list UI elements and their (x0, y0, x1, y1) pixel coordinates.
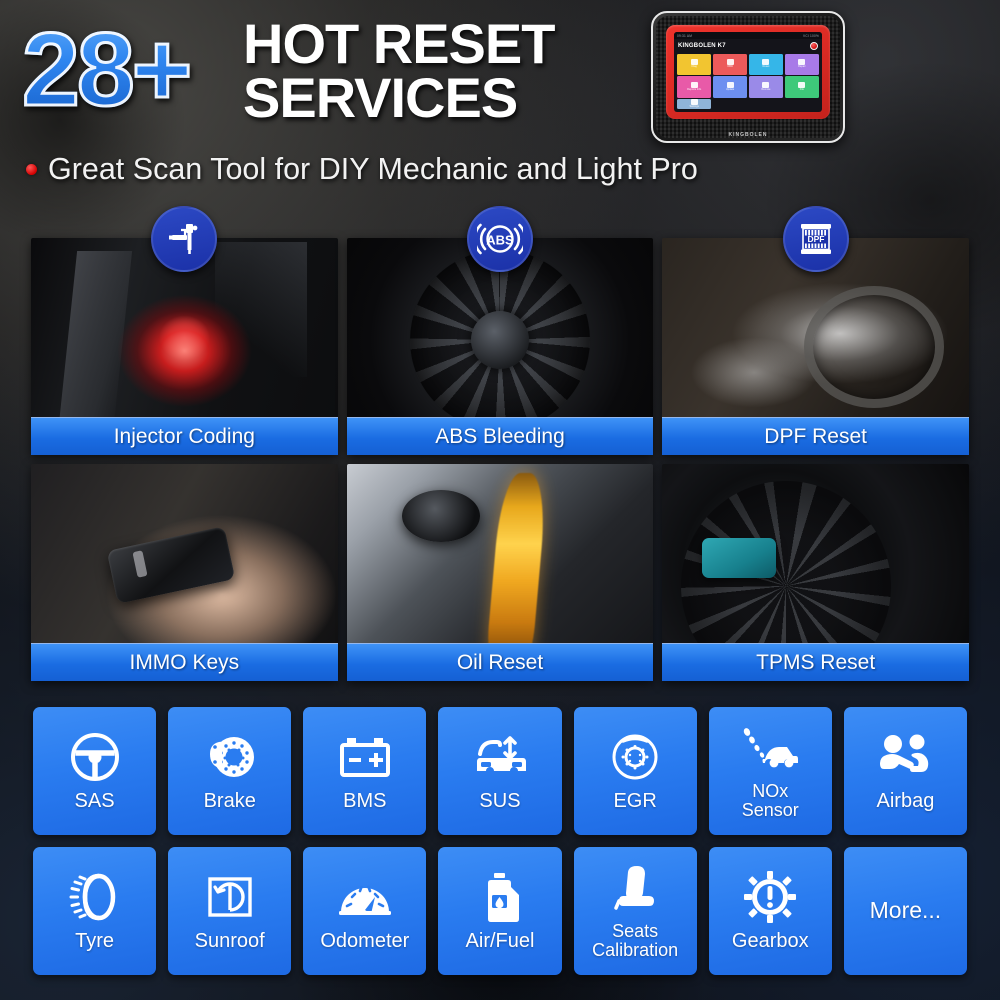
device-app-tile[interactable]: Reset (748, 53, 784, 75)
function-tile-grid: SAS Brake BMS SUS EGR NOx Sensor Airbag Tyre Sunr… (33, 707, 967, 975)
device-status-bar: 09:31 AM VCI 100% (674, 32, 822, 39)
function-tile-nox-sensor[interactable]: NOx Sensor (708, 707, 832, 835)
svg-text:ABS: ABS (486, 233, 514, 248)
function-tile-brake[interactable]: Brake (168, 707, 292, 835)
service-card-label: TPMS Reset (662, 643, 969, 681)
function-tile-label: More... (869, 896, 942, 923)
suspension-car-icon (472, 729, 528, 785)
device-app-tile[interactable]: OBD (712, 53, 748, 75)
function-tile-label: Gearbox (731, 929, 809, 952)
device-app-label: OBD (727, 65, 733, 69)
device-app-tile[interactable]: File (784, 76, 819, 98)
device-app-tile[interactable]: Remote (748, 76, 784, 98)
scan-tool-device: 09:31 AM VCI 100% KINGBOLEN K7 Diag OBD Re… (651, 11, 845, 143)
device-app-label: Remote (761, 88, 771, 92)
subtitle: Great Scan Tool for DIY Mechanic and Lig… (26, 152, 698, 187)
gear-alert-icon (744, 869, 797, 925)
device-app-label: Update (725, 88, 735, 92)
function-tile-tyre[interactable]: Tyre (33, 847, 157, 975)
service-card-label: IMMO Keys (31, 643, 338, 681)
device-app-label: File (799, 88, 804, 92)
function-tile-egr[interactable]: EGR (573, 707, 697, 835)
service-card-grid: Injector Coding ABS ABS Bleeding DPF DPF Res… (31, 206, 969, 681)
service-card[interactable]: Injector Coding (31, 206, 338, 455)
device-red-bezel: 09:31 AM VCI 100% KINGBOLEN K7 Diag OBD Re… (666, 25, 830, 119)
function-tile-odometer[interactable]: Odometer (303, 847, 427, 975)
device-app-tile[interactable]: Repair (784, 53, 819, 75)
bullet-dot-icon (26, 164, 37, 175)
dpf-filter-icon: DPF (782, 206, 849, 272)
service-card[interactable]: IMMO Keys (31, 464, 338, 681)
function-tile-air-fuel[interactable]: Air/Fuel (438, 847, 562, 975)
function-tile-airbag[interactable]: Airbag (843, 707, 967, 835)
device-chin-brand: KINGBOLEN (728, 132, 768, 138)
service-card-label: Oil Reset (346, 643, 654, 681)
device-model-name: KINGBOLEN K7 (678, 42, 726, 49)
steering-wheel-icon (69, 729, 121, 785)
egr-valve-icon (609, 729, 661, 785)
device-app-tile[interactable]: Reports Info (677, 76, 712, 98)
nox-sensor-icon (741, 720, 799, 776)
tyre-icon (69, 869, 121, 925)
sunroof-icon (204, 869, 256, 925)
function-tile-gearbox[interactable]: Gearbox (708, 847, 832, 975)
device-app-label: Repair (797, 65, 806, 69)
function-tile-label: EGR (613, 789, 657, 812)
function-tile-label: Sunroof (194, 929, 265, 952)
air-fuel-jug-icon (478, 869, 522, 925)
service-card-label: ABS Bleeding (346, 417, 654, 455)
device-app-tile[interactable]: Update (712, 76, 748, 98)
function-tile-bms[interactable]: BMS (303, 707, 427, 835)
car-seat-icon (611, 860, 659, 916)
header: 28+ HOT RESET SERVICES Great Scan Tool f… (0, 0, 1000, 200)
device-status-right: VCI 100% (803, 33, 819, 38)
brake-disc-icon (203, 729, 257, 785)
service-card[interactable]: ABS ABS Bleeding (346, 206, 654, 455)
function-tile-label: Tyre (75, 929, 115, 952)
function-tile-seats-calibration[interactable]: Seats Calibration (573, 847, 697, 975)
battery-icon (338, 729, 392, 785)
function-tile-label: Air/Fuel (465, 929, 535, 952)
device-body: 09:31 AM VCI 100% KINGBOLEN K7 Diag OBD Re… (651, 11, 845, 143)
function-tile-label: Odometer (320, 929, 410, 952)
service-card-label: DPF Reset (662, 417, 969, 455)
device-app-label: Reports Info (687, 88, 702, 92)
device-title-row: KINGBOLEN K7 (674, 39, 822, 52)
device-app-tile[interactable]: Diag (677, 53, 712, 75)
device-app-label: Settings (689, 105, 699, 109)
device-app-label: Reset (762, 65, 770, 69)
function-tile-label: NOx Sensor (741, 781, 799, 820)
service-card[interactable]: DPF DPF Reset (662, 206, 969, 455)
function-tile-sunroof[interactable]: Sunroof (168, 847, 292, 975)
function-tile-label: Seats Calibration (592, 921, 679, 960)
function-tile-label: SAS (74, 789, 115, 812)
service-card[interactable]: TPMS Reset (662, 464, 969, 681)
function-tile-label: Brake (203, 789, 256, 812)
service-count: 28+ (20, 12, 193, 128)
device-app-grid: Diag OBD Reset Repair Reports Info Update Remo… (674, 52, 822, 112)
subtitle-text: Great Scan Tool for DIY Mechanic and Lig… (48, 152, 698, 186)
abs-warning-icon: ABS (466, 206, 533, 272)
service-card-label: Injector Coding (31, 417, 338, 455)
function-tile-sas[interactable]: SAS (33, 707, 157, 835)
device-screen: 09:31 AM VCI 100% KINGBOLEN K7 Diag OBD Re… (674, 32, 822, 112)
airbag-seat-icon (876, 729, 934, 785)
headline-line-2: SERVICES (243, 65, 518, 129)
device-app-label: Diag (691, 65, 697, 69)
function-tile-label: SUS (479, 789, 521, 812)
function-tile-sus[interactable]: SUS (438, 707, 562, 835)
odometer-gauge-icon (336, 869, 394, 925)
fuel-injector-icon (151, 206, 218, 272)
device-app-tile[interactable]: Settings (677, 99, 712, 109)
device-status-left: 09:31 AM (677, 33, 693, 38)
svg-text:DPF: DPF (807, 234, 824, 244)
service-card[interactable]: Oil Reset (346, 464, 654, 681)
device-record-icon (810, 41, 818, 50)
headline-line-1: HOT RESET (243, 12, 555, 75)
function-tile-label: BMS (343, 789, 387, 812)
function-tile-more[interactable]: More... (843, 847, 967, 975)
page-title: HOT RESET SERVICES (243, 12, 555, 129)
function-tile-label: Airbag (876, 789, 935, 812)
